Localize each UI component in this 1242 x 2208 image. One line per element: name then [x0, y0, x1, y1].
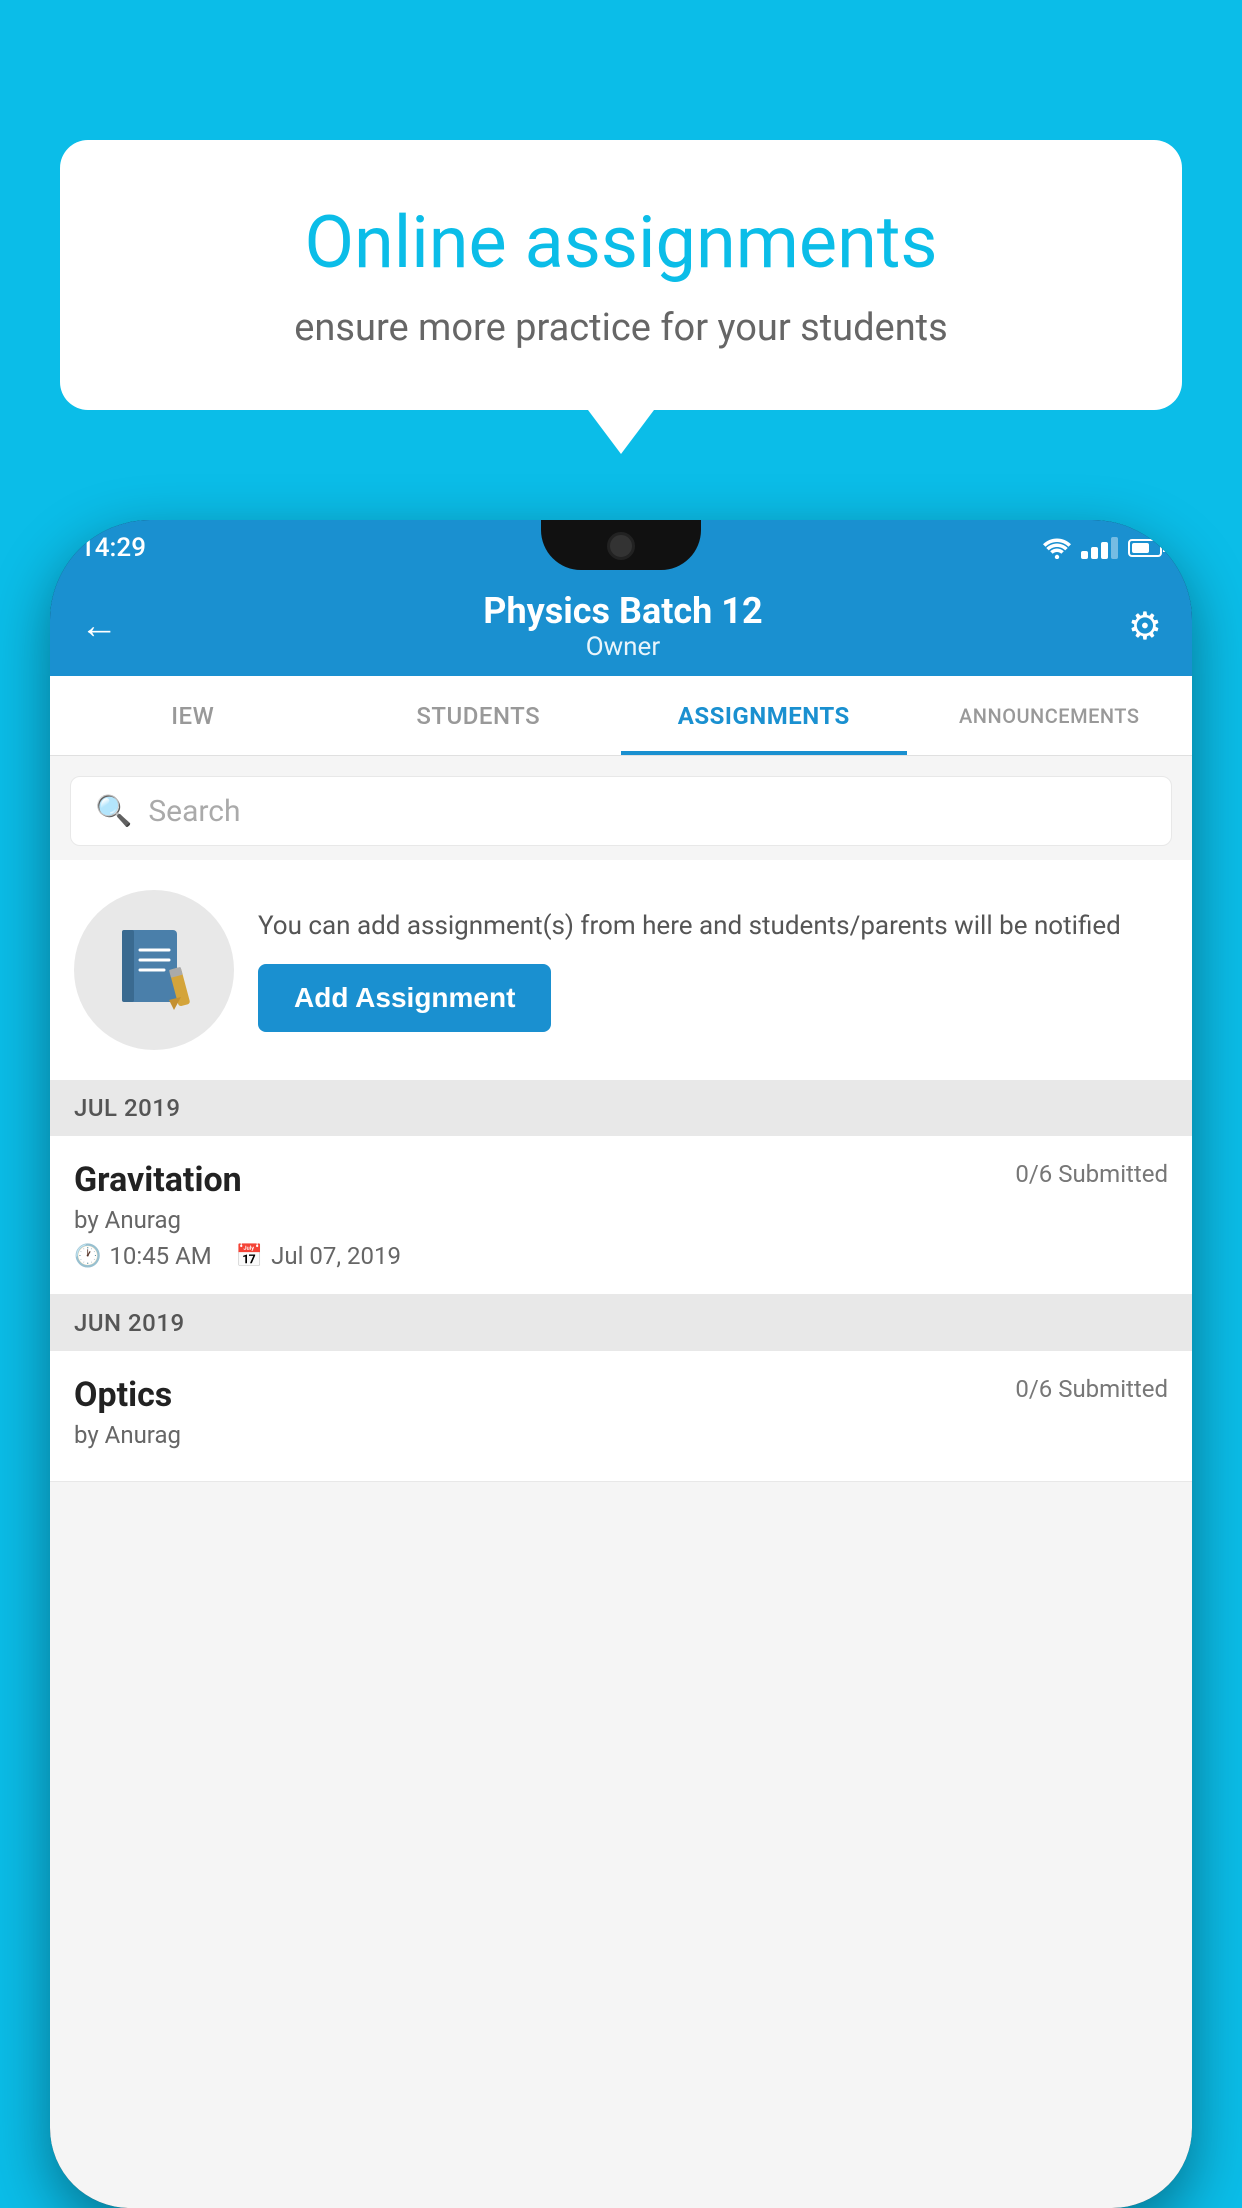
promo-icon-circle [74, 890, 234, 1050]
assignment-optics[interactable]: Optics 0/6 Submitted by Anurag [50, 1351, 1192, 1482]
signal-icon [1081, 537, 1118, 559]
section-jun-2019: JUN 2019 [50, 1295, 1192, 1351]
header-title-container: Physics Batch 12 Owner [483, 590, 762, 662]
tab-assignments[interactable]: ASSIGNMENTS [621, 676, 907, 755]
assignment-title: Gravitation [74, 1160, 242, 1200]
search-bar[interactable]: 🔍 Search [70, 776, 1172, 846]
assignment-time: 🕐 10:45 AM [74, 1242, 212, 1270]
assignment-author: by Anurag [74, 1206, 1168, 1234]
add-assignment-button[interactable]: Add Assignment [258, 964, 551, 1032]
wifi-icon [1043, 537, 1071, 559]
assignment-title-optics: Optics [74, 1375, 172, 1415]
speech-bubble-title: Online assignments [140, 200, 1102, 286]
calendar-icon: 📅 [236, 1244, 263, 1269]
clock-icon: 🕐 [74, 1244, 101, 1269]
phone-notch [541, 520, 701, 570]
search-placeholder: Search [148, 794, 240, 829]
status-icons [1043, 537, 1162, 559]
tabs-bar: IEW STUDENTS ASSIGNMENTS ANNOUNCEMENTS [50, 676, 1192, 756]
settings-icon[interactable]: ⚙ [1128, 604, 1162, 649]
section-jul-2019: JUL 2019 [50, 1080, 1192, 1136]
battery-icon [1128, 539, 1162, 557]
assignment-author-optics: by Anurag [74, 1421, 1168, 1449]
phone-frame: 14:29 ← Physics Batch [50, 520, 1192, 2208]
assignment-gravitation[interactable]: Gravitation 0/6 Submitted by Anurag 🕐 10… [50, 1136, 1192, 1295]
battery-fill [1132, 543, 1149, 553]
notebook-icon [114, 925, 194, 1015]
speech-bubble-container: Online assignments ensure more practice … [60, 140, 1182, 410]
assignment-submitted-optics: 0/6 Submitted [1015, 1375, 1168, 1403]
header-subtitle: Owner [483, 632, 762, 662]
assignment-meta: 🕐 10:45 AM 📅 Jul 07, 2019 [74, 1242, 1168, 1270]
assignment-date: 📅 Jul 07, 2019 [236, 1242, 401, 1270]
front-camera [607, 532, 635, 560]
tab-view[interactable]: IEW [50, 676, 336, 755]
promo-section: You can add assignment(s) from here and … [50, 860, 1192, 1080]
assignment-header-row: Gravitation 0/6 Submitted [74, 1160, 1168, 1200]
promo-description: You can add assignment(s) from here and … [258, 908, 1168, 944]
app-header: ← Physics Batch 12 Owner ⚙ [50, 576, 1192, 676]
tab-announcements[interactable]: ANNOUNCEMENTS [907, 676, 1193, 755]
promo-text-container: You can add assignment(s) from here and … [258, 908, 1168, 1032]
status-time: 14:29 [80, 533, 146, 563]
tab-students[interactable]: STUDENTS [336, 676, 622, 755]
speech-bubble: Online assignments ensure more practice … [60, 140, 1182, 410]
back-button[interactable]: ← [80, 604, 118, 648]
assignment-header-row-optics: Optics 0/6 Submitted [74, 1375, 1168, 1415]
header-title: Physics Batch 12 [483, 590, 762, 632]
search-icon: 🔍 [95, 794, 132, 829]
assignment-submitted: 0/6 Submitted [1015, 1160, 1168, 1188]
speech-bubble-subtitle: ensure more practice for your students [140, 306, 1102, 350]
screen-content: 🔍 Search Yo [50, 756, 1192, 2208]
